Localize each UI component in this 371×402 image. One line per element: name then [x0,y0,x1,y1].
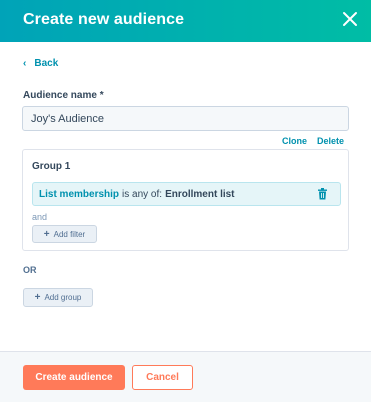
group-title: Group 1 [32,161,71,172]
and-label: and [32,212,48,222]
modal-title: Create new audience [23,11,185,28]
cancel-button[interactable]: Cancel [132,365,193,390]
add-filter-button[interactable]: + Add filter [32,225,97,243]
chevron-left-icon: ‹ [23,58,27,69]
trash-icon[interactable] [317,188,328,200]
add-group-label: Add group [44,293,82,302]
filter-property[interactable]: List membership [39,189,119,200]
clone-group-link[interactable]: Clone [282,136,307,146]
filter-row[interactable]: List membership is any of: Enrollment li… [32,182,341,206]
audience-name-label: Audience name * [23,90,104,101]
back-link[interactable]: ‹ Back [23,58,58,69]
create-audience-button[interactable]: Create audience [23,365,125,390]
group-card: Group 1 List membership is any of: Enrol… [22,149,349,251]
filter-value: Enrollment list [165,188,235,200]
modal-header: Create new audience [0,0,371,42]
add-filter-label: Add filter [53,229,86,239]
filter-operator: is any of: [122,188,163,200]
or-label: OR [23,265,37,275]
close-icon[interactable] [341,10,359,28]
plus-icon: + [43,228,50,240]
audience-name-input[interactable] [22,106,349,131]
plus-icon: + [34,292,41,303]
group-actions: Clone Delete [282,136,344,146]
delete-group-link[interactable]: Delete [317,136,344,146]
modal-footer: Create audience Cancel [0,351,371,402]
back-label: Back [34,58,59,69]
add-group-button[interactable]: + Add group [23,288,93,307]
